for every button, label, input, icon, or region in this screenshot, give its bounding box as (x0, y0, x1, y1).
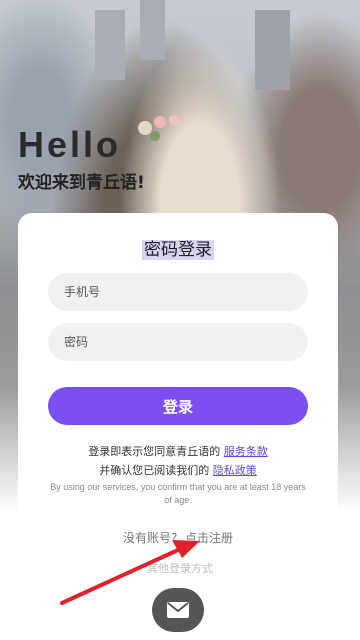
age-notice: By using our services, you confirm that … (50, 482, 306, 505)
welcome-subtitle: 欢迎来到青丘语! (18, 173, 145, 193)
agreement-line-2: 并确认您已阅读我们的 隐私政策 (99, 464, 257, 477)
login-card-title: 密码登录 (142, 240, 214, 260)
castle-tower (95, 10, 125, 80)
register-link[interactable]: 点击注册 (185, 531, 233, 545)
mail-icon (167, 602, 189, 618)
privacy-policy-link[interactable]: 隐私政策 (213, 464, 257, 477)
other-login-methods-label: 其他登录方式 (147, 562, 213, 575)
phone-input[interactable] (48, 273, 308, 311)
castle-tower (140, 0, 165, 60)
hello-title: Hello (18, 124, 122, 165)
agreement-line-1: 登录即表示您同意青丘语的 服务条款 (88, 445, 268, 458)
login-button[interactable]: 登录 (48, 387, 308, 425)
password-input[interactable] (48, 323, 308, 361)
flower-decoration (138, 115, 179, 141)
register-prompt: 没有账号? 点击注册 (122, 531, 234, 545)
castle-tower (255, 10, 290, 90)
login-card: 密码登录 登录 登录即表示您同意青丘语的 服务条款 并确认您已阅读我们的 隐私政… (18, 213, 338, 573)
terms-of-service-link[interactable]: 服务条款 (224, 445, 268, 458)
email-login-button[interactable] (152, 588, 204, 632)
